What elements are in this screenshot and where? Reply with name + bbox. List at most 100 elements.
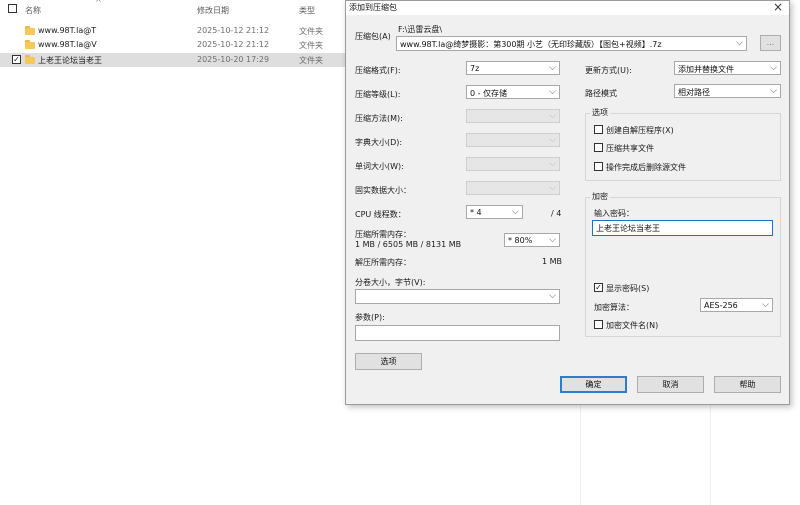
file-date: 2025-10-20 17:29 xyxy=(197,55,270,64)
show-password-checkbox[interactable]: ✓ xyxy=(594,283,603,292)
chevron-down-icon: ⌵ xyxy=(770,63,777,73)
solid-select: ⌵ xyxy=(466,181,560,195)
threads-label: CPU 线程数： xyxy=(355,210,406,219)
delete-after-label[interactable]: 操作完成后删除源文件 xyxy=(606,162,686,173)
options-button[interactable]: 选项 xyxy=(355,353,422,370)
show-password-label[interactable]: 显示密码(S) xyxy=(606,283,649,294)
level-label: 压缩等级(L): xyxy=(355,90,401,99)
file-type: 文件夹 xyxy=(299,27,323,36)
mem-comp-detail: 1 MB / 6505 MB / 8131 MB xyxy=(355,240,462,249)
chevron-down-icon: ⌵ xyxy=(549,159,556,169)
column-modified[interactable]: 修改日期 xyxy=(197,5,229,16)
sort-up-icon: ^ xyxy=(95,0,102,7)
password-label: 输入密码： xyxy=(594,209,634,218)
chevron-down-icon: ⌵ xyxy=(549,235,556,245)
file-name: www.98T.la@V xyxy=(38,40,97,49)
chevron-down-icon: ⌵ xyxy=(549,135,556,145)
mem-comp-value: * 80% xyxy=(508,236,533,245)
params-input[interactable] xyxy=(355,325,560,341)
dict-label: 字典大小(D): xyxy=(355,138,403,147)
threads-value: * 4 xyxy=(470,208,482,217)
close-icon[interactable]: × xyxy=(773,0,783,14)
chevron-down-icon: ⌵ xyxy=(549,111,556,121)
path-mode-select[interactable]: 相对路径 ⌵ xyxy=(674,84,781,98)
enc-method-select[interactable]: AES-256 ⌵ xyxy=(700,298,773,312)
enc-method-value: AES-256 xyxy=(704,301,738,310)
archive-name-combo[interactable]: www.98T.la@绮梦摄影：第300期 小艺（无印珍藏版）【图包+视频】.7… xyxy=(396,36,747,51)
chevron-down-icon: ⌵ xyxy=(762,300,769,310)
ok-button[interactable]: 确定 xyxy=(560,376,627,393)
sfx-checkbox[interactable] xyxy=(594,125,603,134)
file-name: 上老王论坛当老王 xyxy=(38,56,102,65)
enc-method-label: 加密算法： xyxy=(594,303,634,312)
file-date: 2025-10-12 21:12 xyxy=(197,40,270,49)
encrypt-names-checkbox[interactable] xyxy=(594,320,603,329)
split-combo[interactable]: ⌵ xyxy=(355,289,560,304)
archive-label: 压缩包(A) xyxy=(355,32,391,41)
word-label: 单词大小(W): xyxy=(355,162,404,171)
file-date: 2025-10-12 21:12 xyxy=(197,26,270,35)
folder-icon xyxy=(25,40,35,49)
password-value: 上老王论坛当老王 xyxy=(596,224,660,233)
file-name: www.98T.la@T xyxy=(38,26,97,35)
sfx-label[interactable]: 创建自解压程序(X) xyxy=(606,125,674,136)
column-header: ^ 名称 修改日期 类型 xyxy=(0,0,345,20)
help-button[interactable]: 帮助 xyxy=(714,376,781,393)
chevron-down-icon[interactable]: ⌵ xyxy=(549,290,556,303)
chevron-down-icon: ⌵ xyxy=(549,63,556,73)
cancel-button[interactable]: 取消 xyxy=(637,376,704,393)
chevron-down-icon[interactable]: ⌵ xyxy=(736,37,743,50)
dict-select: ⌵ xyxy=(466,133,560,147)
update-label: 更新方式(U): xyxy=(585,66,632,75)
method-select: ⌵ xyxy=(466,109,560,123)
file-type: 文件夹 xyxy=(299,56,323,65)
file-type: 文件夹 xyxy=(299,41,323,50)
update-select[interactable]: 添加并替换文件 ⌵ xyxy=(674,61,781,75)
browse-button[interactable]: ... xyxy=(760,35,781,51)
level-select[interactable]: 0 - 仅存储 ⌵ xyxy=(466,85,560,99)
chevron-down-icon: ⌵ xyxy=(770,86,777,96)
path-mode-label: 路径模式 xyxy=(585,89,617,98)
archive-name-value: www.98T.la@绮梦摄影：第300期 小艺（无印珍藏版）【图包+视频】.7… xyxy=(400,40,662,49)
delete-after-checkbox[interactable] xyxy=(594,162,603,171)
threads-max: / 4 xyxy=(551,209,562,218)
solid-label: 固实数据大小： xyxy=(355,186,411,195)
shared-checkbox[interactable] xyxy=(594,143,603,152)
column-name[interactable]: 名称 xyxy=(25,5,41,16)
row-checkbox[interactable]: ✓ xyxy=(12,55,21,64)
chevron-down-icon: ⌵ xyxy=(549,183,556,193)
format-select[interactable]: 7z ⌵ xyxy=(466,61,560,75)
folder-icon xyxy=(25,26,35,35)
format-label: 压缩格式(F): xyxy=(355,66,401,75)
dialog-title: 添加到压缩包 xyxy=(349,3,397,12)
add-to-archive-dialog: 添加到压缩包 × 压缩包(A) F:\迅雷云盘\ www.98T.la@绮梦摄影… xyxy=(345,0,790,405)
chevron-down-icon: ⌵ xyxy=(549,87,556,97)
encrypt-names-label[interactable]: 加密文件名(N) xyxy=(606,320,658,331)
chevron-down-icon: ⌵ xyxy=(512,207,519,217)
dialog-titlebar[interactable]: 添加到压缩包 × xyxy=(346,0,789,15)
params-label: 参数(P): xyxy=(355,313,385,322)
mem-comp-label: 压缩所需内存： xyxy=(355,230,411,239)
column-type[interactable]: 类型 xyxy=(299,5,315,16)
method-label: 压缩方法(M): xyxy=(355,114,403,123)
file-row[interactable]: www.98T.la@V 2025-10-12 21:12 文件夹 xyxy=(0,38,345,52)
level-value: 0 - 仅存储 xyxy=(470,89,508,98)
mem-decomp-value: 1 MB xyxy=(542,257,563,266)
mem-comp-select[interactable]: * 80% ⌵ xyxy=(504,233,560,247)
file-row-selected[interactable]: ✓ 上老王论坛当老王 2025-10-20 17:29 文件夹 xyxy=(0,53,345,67)
select-all-checkbox[interactable] xyxy=(8,4,17,13)
format-value: 7z xyxy=(470,64,480,73)
encryption-group-title: 加密 xyxy=(590,191,610,202)
path-mode-value: 相对路径 xyxy=(678,88,710,97)
folder-icon xyxy=(25,55,35,64)
file-row[interactable]: www.98T.la@T 2025-10-12 21:12 文件夹 xyxy=(0,24,345,38)
mem-decomp-label: 解压所需内存： xyxy=(355,258,411,267)
split-label: 分卷大小，字节(V): xyxy=(355,278,426,287)
archive-path: F:\迅雷云盘\ xyxy=(398,25,443,34)
options-group-title: 选项 xyxy=(590,107,610,118)
word-select: ⌵ xyxy=(466,157,560,171)
shared-label[interactable]: 压缩共享文件 xyxy=(606,143,654,154)
password-input[interactable]: 上老王论坛当老王 xyxy=(592,220,773,236)
threads-select[interactable]: * 4 ⌵ xyxy=(466,205,523,219)
update-value: 添加并替换文件 xyxy=(678,65,734,74)
